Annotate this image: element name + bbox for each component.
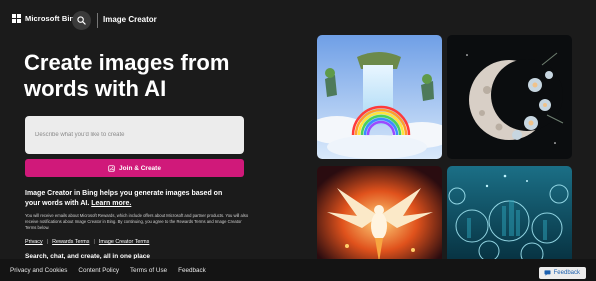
feedback-button-label: Feedback [553, 270, 580, 276]
microsoft-logo-icon [12, 14, 21, 23]
join-button-label: Join & Create [119, 164, 161, 172]
search-icon [77, 16, 86, 25]
image-create-icon [108, 164, 115, 172]
product-name-link[interactable]: Image Creator [103, 15, 157, 24]
footer-privacy-link[interactable]: Privacy and Cookies [10, 267, 67, 274]
link-separator: | [46, 239, 49, 245]
description: Image Creator in Bing helps you generate… [25, 189, 235, 208]
legal-links: Privacy | Rewards Terms | Image Creator … [25, 239, 149, 245]
top-bar: Microsoft Bing Image Creator [0, 0, 596, 40]
phoenix-image [317, 166, 442, 266]
feedback-icon [544, 270, 551, 276]
learn-more-link[interactable]: Learn more. [91, 200, 131, 207]
underwater-city-image [447, 166, 572, 266]
footer: Privacy and Cookies Content Policy Terms… [0, 259, 596, 281]
header-divider [97, 13, 98, 28]
page-headline: Create images from words with AI [24, 50, 230, 101]
search-button[interactable] [72, 11, 91, 30]
prompt-input[interactable] [35, 132, 234, 138]
gallery-image-underwater-city[interactable] [447, 166, 572, 266]
join-and-create-button[interactable]: Join & Create [25, 159, 244, 177]
privacy-link[interactable]: Privacy [25, 239, 43, 245]
moon-image [447, 35, 572, 159]
link-separator: | [93, 239, 95, 245]
rewards-fineprint: You will receive emails about Microsoft … [25, 213, 249, 230]
bing-brand-link[interactable]: Microsoft Bing [12, 14, 79, 23]
gallery-image-phoenix[interactable] [317, 166, 442, 266]
footer-terms-link[interactable]: Terms of Use [130, 267, 167, 274]
brand-name: Microsoft Bing [25, 14, 79, 23]
rewards-terms-link[interactable]: Rewards Terms [52, 239, 89, 245]
image-creator-terms-link[interactable]: Image Creator Terms [99, 239, 150, 245]
prompt-box[interactable] [25, 116, 244, 154]
feedback-button[interactable]: Feedback [538, 267, 586, 279]
gallery-image-moon[interactable] [447, 35, 572, 159]
footer-content-policy-link[interactable]: Content Policy [78, 267, 119, 274]
gallery-image-waterfall[interactable] [317, 35, 442, 159]
waterfall-image [317, 35, 442, 159]
footer-feedback-link[interactable]: Feedback [178, 267, 206, 274]
